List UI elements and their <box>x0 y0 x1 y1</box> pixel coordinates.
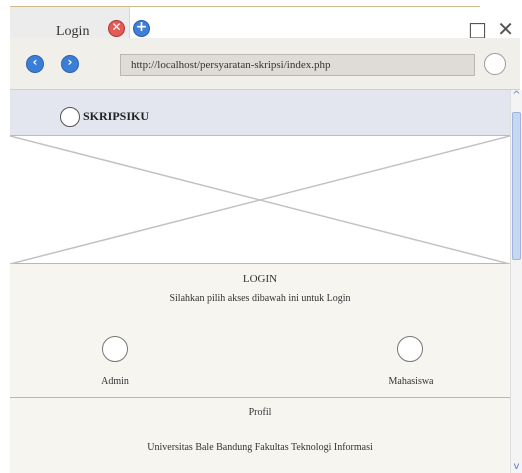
section-divider <box>10 397 510 398</box>
browser-tab-bar: Login ✕ + _ □ ✕ <box>0 0 522 41</box>
scrollbar-thumb[interactable] <box>512 112 521 260</box>
navigation-bar: ‹ › http://localhost/persyaratan-skripsi… <box>10 38 520 90</box>
scroll-down-arrow-icon[interactable]: v <box>511 461 522 473</box>
scroll-up-arrow-icon[interactable]: ^ <box>511 90 522 102</box>
new-tab-button[interactable]: + <box>133 19 150 37</box>
forward-arrow-icon: › <box>67 55 73 69</box>
reload-button[interactable] <box>484 53 506 75</box>
login-title: LOGIN <box>242 273 278 285</box>
admin-option-button[interactable] <box>102 336 128 362</box>
back-button[interactable]: ‹ <box>26 55 44 73</box>
tab-close-button[interactable]: ✕ <box>108 20 125 37</box>
profile-title: Profil <box>248 407 272 418</box>
vertical-scrollbar[interactable]: ^ v <box>510 90 522 473</box>
login-subtitle: Silahkan pilih akses dibawah ini untuk L… <box>169 293 351 304</box>
close-icon: ✕ <box>111 20 122 34</box>
banner-image-placeholder <box>10 136 510 264</box>
site-header: SKRIPSIKU <box>10 90 510 136</box>
back-arrow-icon: ‹ <box>32 55 38 69</box>
mahasiswa-option-label[interactable]: Mahasiswa <box>366 376 456 387</box>
profile-text: Universitas Bale Bandung Fakultas Teknol… <box>147 442 373 453</box>
site-brand[interactable]: SKRIPSIKU <box>83 109 149 124</box>
forward-button[interactable]: › <box>61 55 79 73</box>
admin-option-label[interactable]: Admin <box>70 376 160 387</box>
image-placeholder-icon <box>10 136 510 264</box>
mahasiswa-option-button[interactable] <box>397 336 423 362</box>
logo-icon <box>60 107 80 127</box>
plus-icon: + <box>135 19 148 35</box>
page-content: SKRIPSIKU LOGIN Silahkan pilih akses dib… <box>10 90 510 473</box>
address-bar[interactable]: http://localhost/persyaratan-skripsi/ind… <box>120 54 475 76</box>
